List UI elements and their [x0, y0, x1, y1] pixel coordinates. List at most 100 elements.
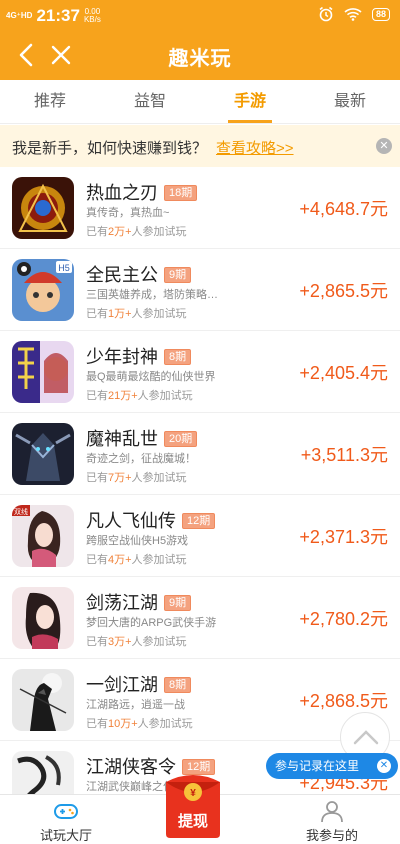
period-badge: 8期	[164, 677, 192, 693]
guide-link[interactable]: 查看攻略>>	[216, 137, 294, 158]
record-tip-close-icon[interactable]: ✕	[377, 759, 391, 773]
net-speed-unit: KB/s	[83, 15, 101, 24]
banner-text: 我是新手，如何快速赚到钱？	[12, 140, 208, 157]
reward-amount: +4,648.7元	[299, 199, 388, 219]
game-icon-fanrenfeixianchuan: 双线	[12, 505, 74, 567]
game-players: 已有1万+人参加试玩	[86, 305, 187, 321]
dual-line-badge: 双线	[14, 507, 28, 516]
players-prefix: 已有	[86, 308, 108, 320]
players-count: 10万+	[108, 718, 138, 730]
game-name: 少年封神 8期	[86, 343, 192, 369]
players-prefix: 已有	[86, 636, 108, 648]
game-desc: 最Q最萌最炫酷的仙侠世界	[86, 371, 216, 383]
game-name: 剑荡江湖 9期	[86, 589, 192, 615]
list-item[interactable]: 双线 凡人飞仙传 12期 跨服空战仙侠H5游戏 已有4万+人参加试玩 +2,371…	[0, 495, 400, 577]
game-desc: 江湖路远，逍遥一战	[86, 699, 185, 711]
bottom-tab-hall-label: 试玩大厅	[39, 828, 92, 843]
page-title: 趣米玩	[168, 48, 232, 70]
game-title: 少年封神	[86, 347, 158, 367]
game-name: 魔神乱世 20期	[86, 425, 198, 451]
players-prefix: 已有	[86, 390, 108, 402]
game-name: 一剑江湖 8期	[86, 671, 192, 697]
game-title: 一剑江湖	[86, 675, 158, 695]
tab-mobile-games[interactable]: 手游	[200, 80, 300, 123]
bottom-tab-mine[interactable]: 我参与的	[282, 799, 382, 844]
game-title: 热血之刃	[86, 183, 158, 203]
list-item[interactable]: 热血之刃 18期 真传奇，真热血~ 已有2万+人参加试玩 +4,648.7元	[0, 167, 400, 249]
record-tip-text: 参与记录在这里	[275, 759, 360, 773]
record-tip[interactable]: 参与记录在这里 ✕	[266, 753, 398, 779]
period-badge: 18期	[164, 185, 198, 201]
withdraw-label: 提现	[177, 813, 208, 830]
newbie-banner: 我是新手，如何快速赚到钱？ 查看攻略>> ✕	[0, 125, 400, 167]
game-title: 剑荡江湖	[86, 593, 158, 613]
banner-close-icon[interactable]: ✕	[376, 138, 392, 154]
period-badge: 9期	[164, 595, 192, 611]
reward-amount: +2,780.2元	[299, 609, 388, 629]
reward-amount: +2,865.5元	[299, 281, 388, 301]
game-name: 全民主公 9期	[86, 261, 192, 287]
players-count: 21万+	[108, 390, 138, 402]
players-suffix: 人参加试玩	[131, 636, 187, 648]
category-tabs: 推荐 益智 手游 最新	[0, 80, 400, 124]
game-players: 已有21万+人参加试玩	[86, 387, 193, 403]
h5-badge: H5	[58, 263, 70, 273]
game-name: 凡人飞仙传 12期	[86, 507, 216, 533]
game-players: 已有3万+人参加试玩	[86, 633, 187, 649]
game-players: 已有4万+人参加试玩	[86, 551, 187, 567]
players-suffix: 人参加试玩	[137, 718, 193, 730]
clock: 21:37	[36, 6, 80, 25]
bottom-tab-mine-label: 我参与的	[305, 828, 358, 843]
game-title: 凡人飞仙传	[86, 511, 176, 531]
game-icon-quanminzhugong: H5	[12, 259, 74, 321]
period-badge: 9期	[164, 267, 192, 283]
players-count: 4万+	[108, 554, 132, 566]
players-count: 7万+	[108, 472, 132, 484]
bottom-tab-hall[interactable]: 试玩大厅	[16, 799, 116, 844]
game-icon-shaonianfengshen	[12, 341, 74, 403]
players-count: 1万+	[108, 308, 132, 320]
game-icon-moshenluanshi	[12, 423, 74, 485]
game-title: 魔神乱世	[86, 429, 158, 449]
game-title: 全民主公	[86, 265, 158, 285]
withdraw-button[interactable]: ¥ 提现	[160, 768, 226, 840]
game-icon-yijianjianghu	[12, 669, 74, 731]
tab-newest[interactable]: 最新	[300, 80, 400, 123]
players-prefix: 已有	[86, 554, 108, 566]
alarm-icon	[319, 6, 333, 22]
nav-bar: 趣米玩	[0, 30, 400, 80]
svg-text:¥: ¥	[190, 788, 196, 799]
game-icon-rexuezhiren	[12, 177, 74, 239]
players-count: 2万+	[108, 226, 132, 238]
players-prefix: 已有	[86, 718, 108, 730]
reward-amount: +2,405.4元	[299, 363, 388, 383]
reward-amount: +2,371.3元	[299, 527, 388, 547]
list-item[interactable]: 剑荡江湖 9期 梦回大唐的ARPG武侠手游 已有3万+人参加试玩 +2,780.2…	[0, 577, 400, 659]
game-desc: 跨服空战仙侠H5游戏	[86, 535, 189, 547]
players-prefix: 已有	[86, 472, 108, 484]
list-item[interactable]: 少年封神 8期 最Q最萌最炫酷的仙侠世界 已有21万+人参加试玩 +2,405.4…	[0, 331, 400, 413]
net-speed: 0.00 KB/s	[84, 8, 101, 24]
battery-indicator: 88	[371, 7, 390, 21]
tab-recommend[interactable]: 推荐	[0, 80, 100, 123]
players-suffix: 人参加试玩	[131, 472, 187, 484]
players-suffix: 人参加试玩	[131, 554, 187, 566]
game-desc: 真传奇，真热血~	[86, 207, 170, 219]
game-list: 热血之刃 18期 真传奇，真热血~ 已有 2万+ 人参加试玩 +4,648.7元 H5…	[0, 167, 400, 823]
period-badge: 12期	[182, 513, 216, 529]
list-item[interactable]: 一剑江湖 8期 江湖路远，逍遥一战 已有10万+人参加试玩 +2,868.5元	[0, 659, 400, 741]
game-desc: 三国英雄养成，塔防策略…	[86, 289, 218, 301]
game-desc: 梦回大唐的ARPG武侠手游	[86, 617, 217, 629]
tab-puzzle[interactable]: 益智	[100, 80, 200, 123]
game-icon-jiandangjianghu	[12, 587, 74, 649]
wifi-icon	[344, 8, 362, 21]
signal-indicator: 4G⁺HD	[6, 11, 33, 20]
list-item[interactable]: 魔神乱世 20期 奇迹之剑，征战魔城！ 已有7万+人参加试玩 +3,511.3元	[0, 413, 400, 495]
list-item[interactable]: H5 全民主公 9期 三国英雄养成，塔防策略… 已有1万+人参加试玩 +2,865…	[0, 249, 400, 331]
status-bar: 4G⁺HD 21:37 0.00 KB/s 88	[0, 0, 400, 30]
players-count: 3万+	[108, 636, 132, 648]
game-players: 已有7万+人参加试玩	[86, 469, 187, 485]
reward-amount: +3,511.3元	[300, 445, 388, 465]
gamepad-icon	[54, 804, 78, 819]
game-players: 已有10万+人参加试玩	[86, 715, 193, 731]
